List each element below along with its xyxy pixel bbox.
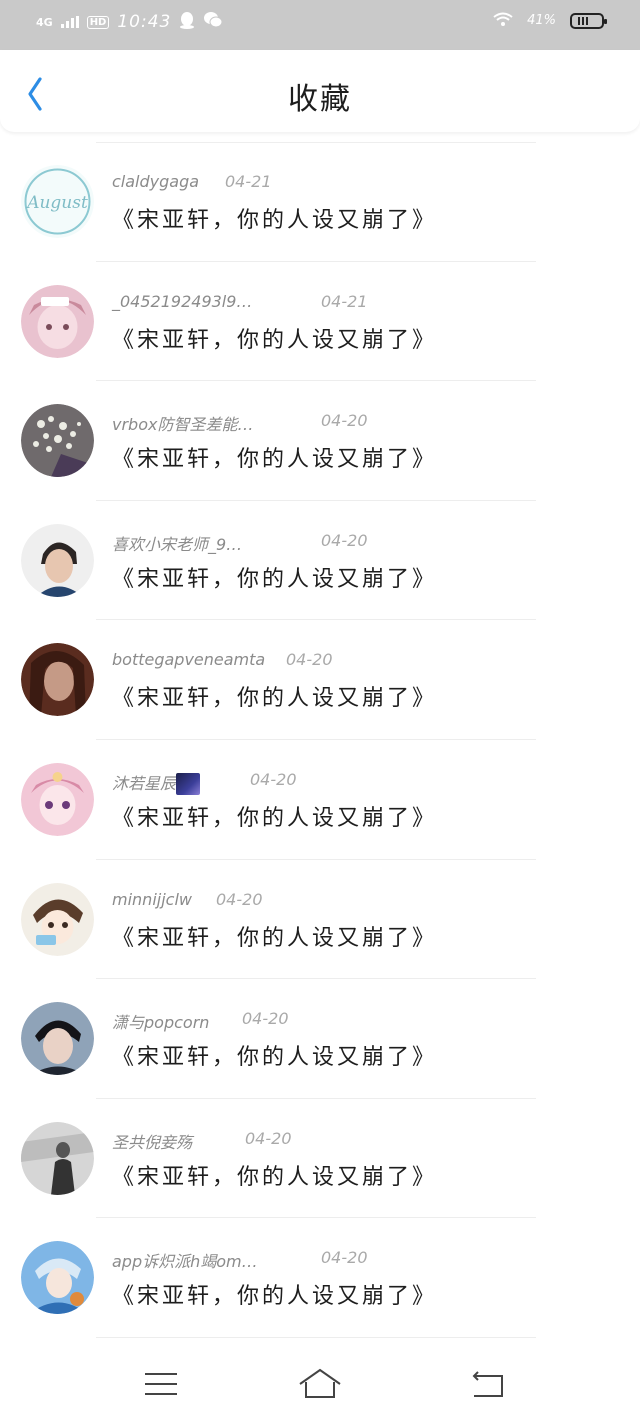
avatar[interactable] [21,404,94,478]
anime-boy-avatar [21,882,94,956]
bw-photo-avatar [21,1121,94,1195]
date: 04-21 [225,172,272,191]
avatar[interactable] [21,1121,94,1195]
message-text: 《宋亚轩，你的人设又崩了》 [112,566,438,592]
home-icon [299,1368,341,1398]
date: 04-20 [216,889,263,909]
page-header: 收藏 [0,50,640,132]
status-bar: 4G HD 10:43 41% [0,0,640,50]
list-item[interactable]: vrbox防智圣差能… 04-20 《宋亚轩，你的人设又崩了》 [0,381,640,501]
list-item[interactable]: 沐若星辰 04-20 《宋亚轩，你的人设又崩了》 [0,740,640,860]
username-text: 沐若星辰 [112,773,177,793]
anime-blue-avatar [21,1241,94,1315]
anime-girl-avatar [21,284,94,358]
username: minnijjclw [112,889,192,909]
avatar[interactable] [21,1002,94,1076]
young-man-avatar [21,1002,94,1076]
status-right: 41% [493,11,607,30]
username: 圣共倪妾殇 [112,1132,193,1152]
avatar[interactable] [21,882,94,956]
status-left: 4G HD 10:43 [36,11,223,33]
message-text: 《宋亚轩，你的人设又崩了》 [112,208,438,233]
avatar[interactable] [21,643,94,717]
avatar[interactable] [21,523,94,597]
wechat-icon [203,11,223,33]
username: _0452192493l9… [112,291,253,311]
username: bottegapveneamta [112,650,266,670]
username: app诉炽派h竭om… [112,1252,258,1272]
list-item[interactable]: _0452192493l9… 04-21 《宋亚轩，你的人设又崩了》 [0,262,640,382]
list-item[interactable]: 圣共倪妾殇 04-20 《宋亚轩，你的人设又崩了》 [0,1099,640,1219]
list-item[interactable]: bottegapveneamta 04-20 《宋亚轩，你的人设又崩了》 [0,620,640,740]
home-button[interactable] [298,1366,342,1402]
back-nav-button[interactable] [466,1366,510,1402]
message-text: 《宋亚轩，你的人设又崩了》 [112,327,438,353]
date: 04-20 [242,1009,289,1029]
list-item[interactable]: app诉炽派h竭om… 04-20 《宋亚轩，你的人设又崩了》 [0,1218,640,1338]
list-item[interactable]: 喜欢小宋老师_9… 04-20 《宋亚轩，你的人设又崩了》 [0,501,640,621]
message-text: 《宋亚轩，你的人设又崩了》 [112,1164,438,1190]
menu-button[interactable] [139,1366,183,1402]
username: claldygaga [112,172,200,191]
message-text: 《宋亚轩，你的人设又崩了》 [112,805,438,831]
favorites-list: August claldygaga 04-21 《宋亚轩，你的人设又崩了》 _0… [0,142,640,1338]
list-item[interactable]: minnijjclw 04-20 《宋亚轩，你的人设又崩了》 [0,860,640,980]
date: 04-20 [321,1248,368,1268]
network-indicator: 4G [36,15,53,29]
date: 04-21 [321,291,368,311]
date: 04-20 [245,1128,292,1148]
qq-icon [179,11,195,33]
svg-text:August: August [25,193,88,213]
avatar[interactable] [21,1241,94,1315]
message-text: 《宋亚轩，你的人设又崩了》 [112,925,438,951]
message-text: 《宋亚轩，你的人设又崩了》 [112,447,438,473]
date: 04-20 [286,650,333,670]
hd-badge: HD [86,15,110,29]
navigation-bar [0,1342,640,1422]
august-logo-avatar: August [21,165,94,238]
avatar[interactable] [21,284,94,358]
username: 喜欢小宋老师_9… [112,534,243,554]
message-text: 《宋亚轩，你的人设又崩了》 [112,686,438,712]
page-title: 收藏 [288,82,352,117]
username: 沐若星辰 [112,770,201,796]
date: 04-20 [321,530,368,550]
back-icon [472,1371,503,1397]
menu-icon [145,1373,177,1395]
date: 04-20 [321,411,368,431]
starry-sky-emoji-icon [176,773,201,796]
signal-icon [60,13,79,32]
username: vrbox防智圣差能… [112,415,254,435]
message-text: 《宋亚轩，你的人设又崩了》 [112,1045,438,1071]
username: 潇与popcorn [112,1013,210,1033]
list-item[interactable]: August claldygaga 04-21 《宋亚轩，你的人设又崩了》 [0,142,640,262]
clock: 10:43 [117,12,172,32]
anime-pink-avatar [21,762,94,836]
battery-icon [570,12,607,29]
wifi-icon [493,11,513,30]
woman-photo-avatar [21,643,94,717]
date: 04-20 [250,769,297,789]
list-item[interactable]: 潇与popcorn 04-20 《宋亚轩，你的人设又崩了》 [0,979,640,1099]
flowers-avatar [21,404,94,478]
boy-photo-avatar [21,523,94,597]
battery-percent: 41% [527,13,556,28]
avatar[interactable]: August [21,165,94,238]
message-text: 《宋亚轩，你的人设又崩了》 [112,1284,438,1310]
avatar[interactable] [21,762,94,836]
